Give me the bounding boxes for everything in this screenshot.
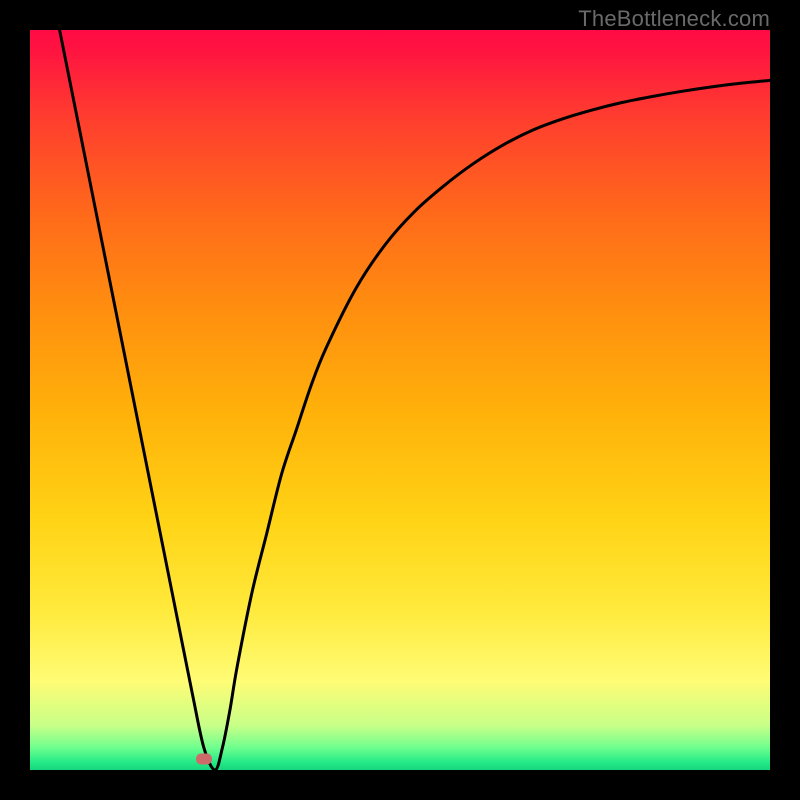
bottleneck-curve (60, 30, 770, 770)
plot-area (30, 30, 770, 770)
curve-layer (30, 30, 770, 770)
optimum-marker (196, 753, 212, 764)
watermark-text: TheBottleneck.com (578, 6, 770, 32)
chart-frame: TheBottleneck.com (0, 0, 800, 800)
